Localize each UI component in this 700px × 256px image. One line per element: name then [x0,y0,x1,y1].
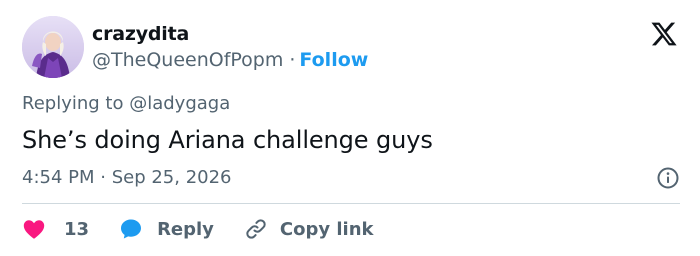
action-bar: 13 Reply Copy link [22,216,374,242]
link-icon [244,217,268,241]
avatar-image [22,16,84,78]
heart-icon [22,217,46,241]
reply-label: Reply [157,218,214,240]
speech-bubble-icon [119,217,143,241]
author-handle-row: @TheQueenOfPopm · Follow [92,47,368,73]
reply-button[interactable]: Reply [119,217,214,241]
tweet-text: She’s doing Ariana challenge guys [22,126,433,154]
author-block: crazydita @TheQueenOfPopm · Follow [92,22,368,73]
x-logo-icon[interactable] [650,20,678,48]
copy-link-label: Copy link [279,218,374,240]
avatar[interactable] [22,16,84,78]
tweet-timestamp[interactable]: 4:54 PM · Sep 25, 2026 [22,166,232,190]
author-handle[interactable]: @TheQueenOfPopm [92,49,283,71]
follow-button[interactable]: Follow [299,49,368,71]
info-icon[interactable] [656,166,680,190]
copy-link-button[interactable]: Copy link [244,217,374,241]
replying-to-mention[interactable]: @ladygaga [129,93,230,114]
replying-prefix: Replying to [22,93,124,114]
separator-dot: · [289,49,296,71]
divider [22,203,680,204]
like-count: 13 [64,218,90,240]
like-button[interactable]: 13 [22,217,89,241]
replying-to-line: Replying to @ladygaga [22,92,230,116]
tweet-embed-card: crazydita @TheQueenOfPopm · Follow Replyin… [0,0,700,256]
author-display-name[interactable]: crazydita [92,22,368,46]
